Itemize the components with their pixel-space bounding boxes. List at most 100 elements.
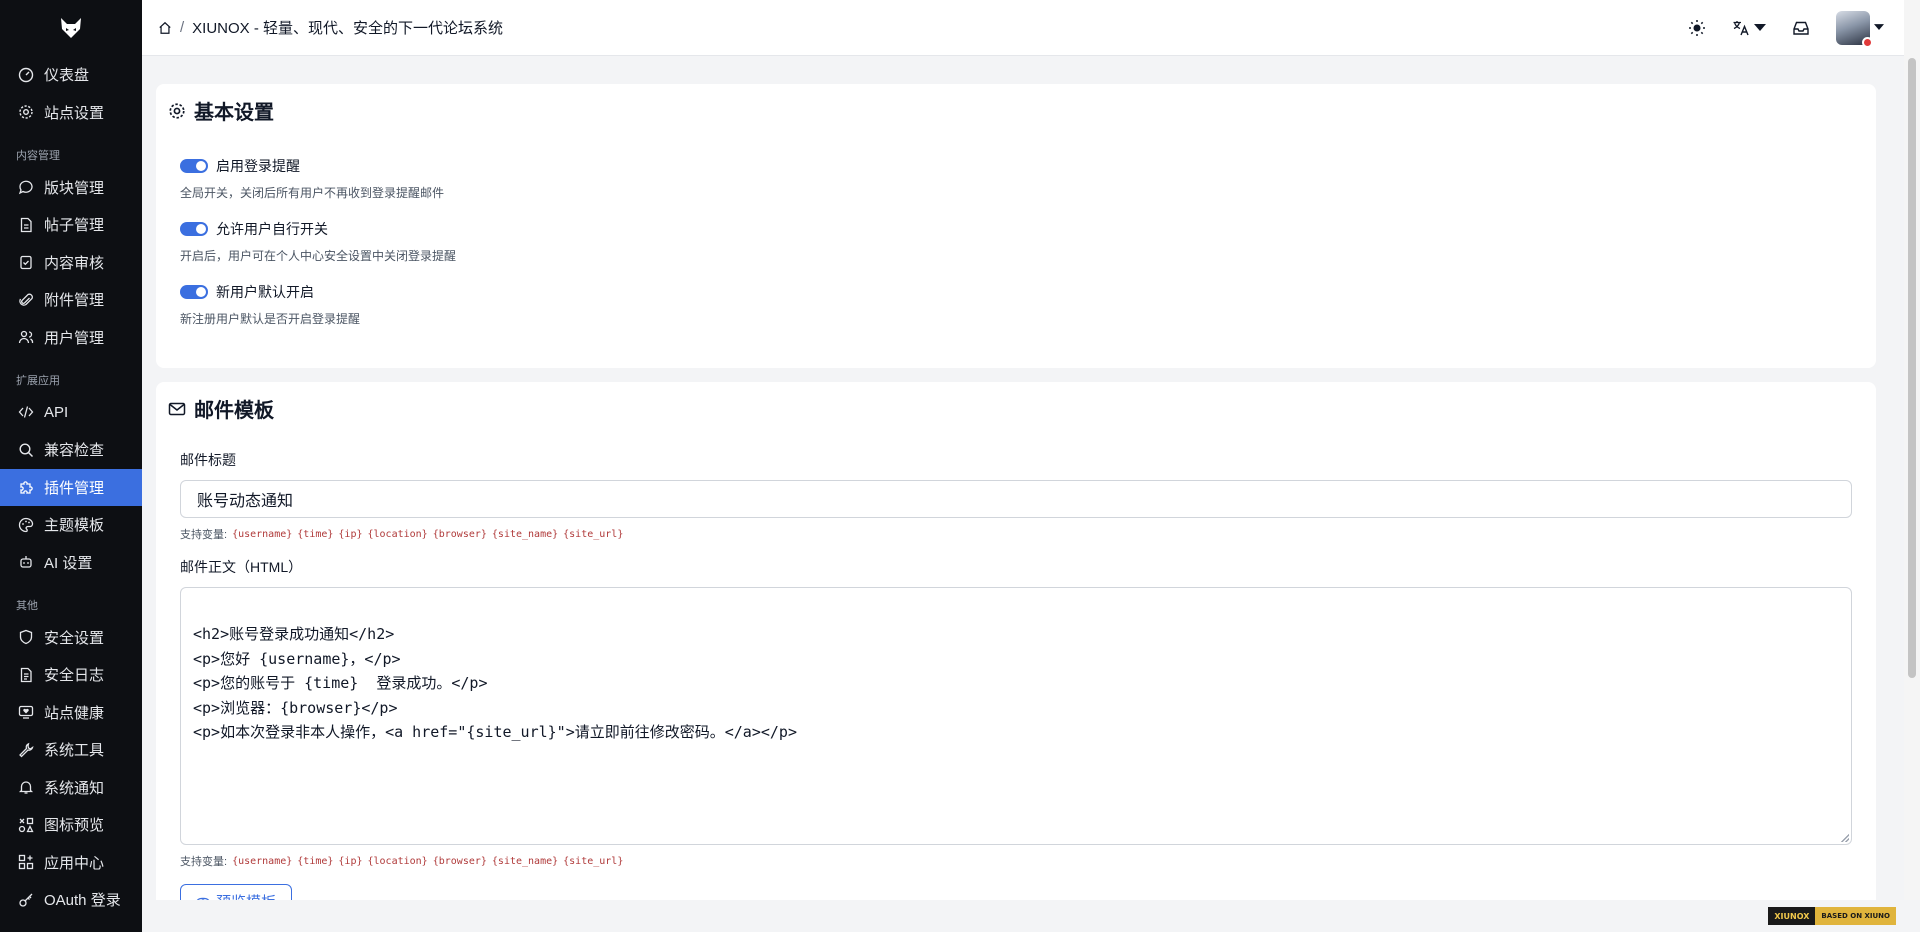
breadcrumb: / XIUNOX - 轻量、现代、安全的下一代论坛系统	[158, 17, 503, 38]
users-icon	[18, 331, 34, 344]
sidebar-item-label: 版块管理	[44, 179, 105, 197]
toggle-switch[interactable]	[180, 285, 208, 299]
sidebar-item-posts[interactable]: 帖子管理	[0, 206, 142, 244]
avatar	[1836, 10, 1873, 48]
preview-label: 预览模板	[216, 891, 276, 901]
logo[interactable]	[0, 0, 142, 56]
var-chip: {ip}	[338, 528, 363, 540]
sidebar-item-label: 系统通知	[44, 779, 105, 797]
sidebar-item-site-settings[interactable]: 站点设置	[0, 94, 142, 132]
code-line: <h2>账号登录成功通知</h2>	[193, 625, 395, 643]
sidebar-item-api[interactable]: API	[0, 394, 142, 432]
sidebar-item-system-notify[interactable]: 系统通知	[0, 769, 142, 807]
powered-by-badge[interactable]: XIUNOX BASED ON XIUNO	[1768, 907, 1896, 925]
toggle-new-user-default[interactable]: 新用户默认开启	[180, 282, 314, 302]
sidebar-item-security-settings[interactable]: 安全设置	[0, 619, 142, 657]
main-content: 基本设置 启用登录提醒 全局开关，关闭后所有用户不再收到登录提醒邮件 允许用户自…	[142, 56, 1888, 900]
sidebar-item-label: 用户管理	[44, 329, 105, 347]
var-chip: {browser}	[432, 855, 487, 867]
section-title-text: 基本设置	[194, 102, 274, 124]
clipboard-check-icon	[20, 256, 32, 270]
badge-right: BASED ON XIUNO	[1815, 907, 1896, 925]
vars-label: 支持变量:	[180, 529, 228, 541]
code-line: <p>浏览器：{browser}</p>	[193, 698, 398, 717]
log-icon	[20, 667, 32, 682]
sidebar-item-label: 站点设置	[44, 104, 105, 122]
sidebar-item-label: 站点健康	[44, 704, 105, 722]
puzzle-icon	[20, 481, 33, 494]
var-chip: {location}	[367, 855, 428, 867]
sidebar-item-users[interactable]: 用户管理	[0, 319, 142, 357]
sidebar-item-icon-preview[interactable]: 图标预览	[0, 806, 142, 844]
toggle-label: 新用户默认开启	[216, 284, 314, 300]
breadcrumb-title: XIUNOX - 轻量、现代、安全的下一代论坛系统	[192, 20, 504, 37]
sidebar-item-dashboard[interactable]: 仪表盘	[0, 56, 142, 94]
body-label: 邮件正文（HTML）	[180, 559, 303, 575]
caret-down-icon	[1874, 24, 1884, 30]
monitor-heart-icon	[18, 706, 34, 719]
fox-logo-icon	[61, 18, 81, 38]
sidebar-item-app-center[interactable]: 应用中心	[0, 844, 142, 882]
top-header: / XIUNOX - 轻量、现代、安全的下一代论坛系统	[142, 0, 1904, 56]
var-chip: {site_url}	[563, 855, 624, 867]
sidebar-item-label: 帖子管理	[44, 217, 105, 235]
paperclip-icon	[19, 293, 33, 306]
sidebar-item-plugins[interactable]: 插件管理	[0, 468, 142, 506]
toggle-login-alert[interactable]: 启用登录提醒	[180, 156, 300, 176]
badge-left: XIUNOX	[1768, 907, 1816, 925]
sidebar-item-oauth[interactable]: OAuth 登录	[0, 881, 142, 919]
sun-icon	[1689, 19, 1705, 36]
status-dot	[1862, 36, 1873, 48]
sidebar-item-moderation[interactable]: 内容审核	[0, 244, 142, 282]
code-line: <p>您好 {username}，</p>	[193, 649, 401, 668]
var-chip: {browser}	[432, 528, 487, 540]
sidebar-item-label: OAuth 登录	[44, 892, 121, 910]
var-chip: {site_name}	[491, 855, 559, 867]
scrollbar-thumb[interactable]	[1908, 58, 1916, 678]
user-menu-button[interactable]	[1836, 10, 1884, 48]
resize-handle[interactable]	[1841, 834, 1849, 842]
sidebar-section-title: 内容管理	[16, 149, 60, 162]
toggle-hint: 新注册用户默认是否开启登录提醒	[180, 312, 361, 326]
var-chip: {site_url}	[563, 528, 624, 540]
sidebar-item-label: 附件管理	[44, 292, 105, 310]
chat-bubble-icon	[18, 180, 33, 195]
apps-icon	[18, 855, 34, 870]
toggle-hint: 开启后，用户可在个人中心安全设置中关闭登录提醒	[180, 249, 457, 263]
sidebar-item-label: 主题模板	[44, 517, 105, 535]
sidebar-item-label: 系统工具	[44, 742, 105, 760]
sidebar: 仪表盘 站点设置 内容管理 版块管理 帖子管理 内容审核 附件管理 用户管理 扩…	[0, 0, 142, 932]
home-icon[interactable]	[158, 21, 172, 35]
sidebar-item-boards[interactable]: 版块管理	[0, 169, 142, 207]
body-textarea[interactable]: <h2>账号登录成功通知</h2> <p>您好 {username}，</p> <p…	[180, 587, 1852, 845]
sidebar-item-security-log[interactable]: 安全日志	[0, 656, 142, 694]
section-title: 邮件模板	[168, 394, 274, 423]
theme-toggle-button[interactable]	[1688, 19, 1706, 37]
var-chip: {username}	[232, 528, 293, 540]
var-chip: {site_name}	[491, 528, 559, 540]
sidebar-item-system-tools[interactable]: 系统工具	[0, 731, 142, 769]
toggle-switch[interactable]	[180, 222, 208, 236]
code-line: <p>如本次登录非本人操作，<a href="{site_url}">请立即前往…	[193, 723, 797, 741]
robot-icon	[20, 556, 32, 568]
sidebar-item-themes[interactable]: 主题模板	[0, 506, 142, 544]
body-vars: 支持变量: {username} {time} {ip} {location} …	[180, 853, 623, 869]
sidebar-item-label: 插件管理	[44, 479, 105, 497]
search-icon	[19, 443, 34, 457]
sidebar-item-attachments[interactable]: 附件管理	[0, 281, 142, 319]
preview-template-button[interactable]: 预览模板	[180, 884, 292, 900]
sidebar-section-title: 扩展应用	[16, 374, 60, 387]
page-scrollbar[interactable]	[1904, 0, 1920, 900]
sidebar-item-site-health[interactable]: 站点健康	[0, 694, 142, 732]
language-button[interactable]	[1732, 19, 1766, 37]
breadcrumb-separator: /	[180, 19, 185, 36]
inbox-button[interactable]	[1792, 19, 1810, 37]
code-icon	[18, 406, 34, 418]
sidebar-item-ai-settings[interactable]: AI 设置	[0, 544, 142, 582]
toggle-user-optout[interactable]: 允许用户自行开关	[180, 219, 328, 239]
var-chip: {ip}	[338, 855, 363, 867]
subject-input[interactable]: 账号动态通知	[180, 480, 1852, 518]
toggle-switch[interactable]	[180, 159, 208, 173]
sidebar-item-compat-check[interactable]: 兼容检查	[0, 431, 142, 469]
document-icon	[20, 217, 32, 232]
